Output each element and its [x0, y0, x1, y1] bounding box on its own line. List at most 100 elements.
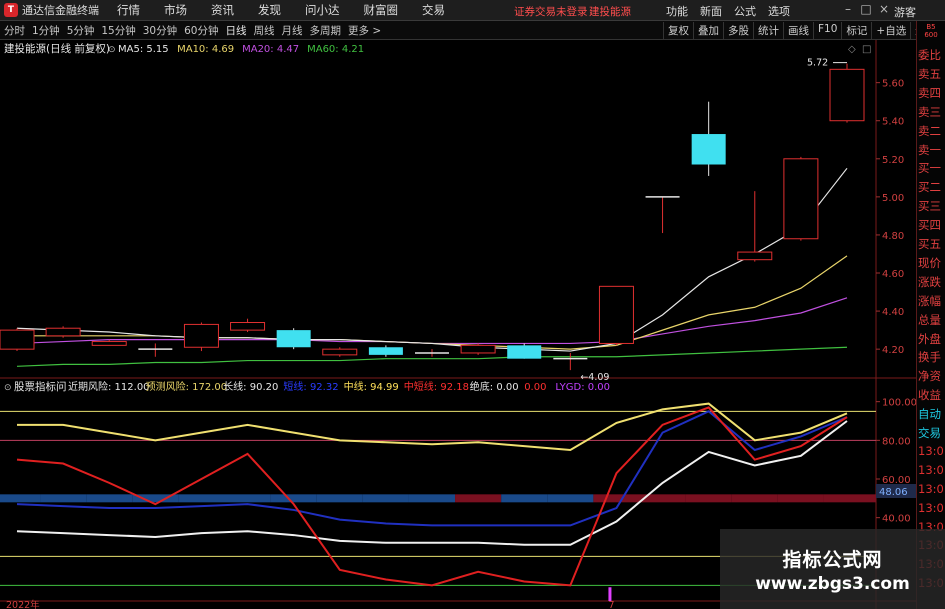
candle-body-up[interactable]: [737, 251, 773, 261]
period-15min[interactable]: 15分钟: [101, 23, 135, 38]
tool-stats[interactable]: 统计: [753, 22, 783, 39]
tool-overlay[interactable]: 叠加: [693, 22, 723, 39]
quote-field-6: 买一: [918, 161, 941, 176]
candle-body-up[interactable]: [91, 341, 127, 346]
candle-body-up[interactable]: [230, 322, 266, 331]
quote-badge-line2: 600: [924, 31, 938, 39]
tool-f10[interactable]: F10: [813, 22, 841, 39]
indicator-signal-strip: [0, 494, 876, 503]
candle-body-up[interactable]: [783, 158, 819, 240]
quote-field-14: 总量: [918, 312, 941, 327]
period-tick[interactable]: 分时: [4, 23, 25, 38]
menu-options[interactable]: 选项: [768, 3, 790, 19]
tool-mark[interactable]: 标记: [841, 22, 871, 39]
menu-wealth[interactable]: 财富圈: [364, 2, 399, 18]
quote-field-2: 卖四: [918, 85, 941, 100]
candle-body-up[interactable]: [598, 285, 634, 344]
ma-label-2: MA20: 4.47: [242, 44, 299, 55]
period-daily[interactable]: 日线: [226, 23, 247, 38]
maximize-icon[interactable]: □: [860, 2, 872, 16]
candle-body-up[interactable]: [322, 348, 358, 356]
indicator-label-4: 中线: 94.99: [344, 380, 399, 393]
quote-field-1: 卖五: [918, 66, 941, 81]
price-tick-label: 5.20: [882, 155, 904, 166]
candle-body-up[interactable]: [45, 327, 81, 337]
tool-draw-line[interactable]: 画线: [783, 22, 813, 39]
close-icon[interactable]: ×: [878, 2, 890, 16]
guest-login-button[interactable]: 游客: [894, 4, 916, 20]
signal-segment: [455, 494, 502, 503]
tool-multi-stock[interactable]: 多股: [723, 22, 753, 39]
quote-field-21: 13:0: [918, 443, 944, 458]
quote-field-4: 卖二: [918, 123, 941, 138]
indicator-current-value: 48.06: [879, 487, 908, 498]
quote-field-3: 卖三: [918, 104, 941, 119]
signal-segment: [178, 494, 225, 503]
candle-body-down[interactable]: [276, 330, 311, 348]
indicator-label-5: 中短线: 92.18: [404, 380, 469, 393]
period-60min[interactable]: 60分钟: [184, 23, 218, 38]
period-multi[interactable]: 多周期: [310, 23, 342, 38]
period-1min[interactable]: 1分钟: [32, 23, 60, 38]
signal-segment: [86, 494, 133, 503]
signal-segment: [316, 494, 363, 503]
candle-body-up[interactable]: [183, 323, 219, 348]
chart-option-square-icon[interactable]: □: [862, 44, 871, 55]
menu-ask[interactable]: 问小达: [305, 2, 340, 18]
kline-chart[interactable]: 建投能源(日线 前复权) ⊙ MA5: 5.15 MA10: 4.69 MA20: …: [0, 40, 916, 609]
candle-body-up[interactable]: [0, 329, 35, 350]
candle-body-up[interactable]: [829, 68, 865, 122]
menu-function[interactable]: 功能: [666, 3, 688, 19]
signal-segment: [685, 494, 732, 503]
period-monthly[interactable]: 月线: [282, 23, 303, 38]
candle-body-down[interactable]: [691, 134, 726, 165]
right-menu: 功能 新面 公式 选项: [666, 3, 802, 19]
menu-formula[interactable]: 公式: [734, 3, 756, 19]
current-stock-link[interactable]: 建投能源: [589, 4, 631, 19]
signal-segment: [501, 494, 548, 503]
quote-field-19: 自动: [918, 407, 941, 422]
quote-field-15: 外盘: [918, 331, 941, 346]
ma-settings-icon[interactable]: ⊙: [108, 45, 116, 55]
quote-field-22: 13:0: [918, 462, 944, 477]
tool-adjust[interactable]: 复权: [663, 22, 693, 39]
menu-discover[interactable]: 发现: [258, 2, 281, 18]
indicator-tick-label: 100.00: [882, 398, 916, 409]
lygd-signal-bar: [608, 587, 612, 601]
chart-option-diamond-icon[interactable]: ◇: [848, 44, 856, 55]
period-30min[interactable]: 30分钟: [143, 23, 177, 38]
watermark-title: 指标公式网: [782, 548, 883, 571]
quote-field-12: 涨跌: [918, 274, 941, 289]
quote-field-9: 买四: [918, 218, 941, 233]
indicator-label-0: 近期风险: 112.00: [68, 380, 150, 393]
indicator-title: 股票指标问: [14, 380, 67, 393]
candle-body-up[interactable]: [460, 344, 496, 354]
menu-new-page[interactable]: 新面: [700, 3, 722, 19]
chart-background: [0, 40, 916, 609]
app-logo-icon: T: [4, 3, 18, 17]
menu-trade[interactable]: 交易: [422, 2, 445, 18]
minimize-icon[interactable]: –: [842, 2, 854, 16]
period-more[interactable]: 更多 >: [348, 23, 381, 38]
menu-market[interactable]: 市场: [164, 2, 187, 18]
date-axis-mid: 7: [608, 600, 614, 609]
signal-segment: [547, 494, 594, 503]
price-tick-label: 4.20: [882, 345, 904, 356]
period-weekly[interactable]: 周线: [254, 23, 275, 38]
quote-badge-line1: B5: [926, 23, 936, 31]
menu-news[interactable]: 资讯: [211, 2, 234, 18]
signal-segment: [823, 494, 876, 503]
indicator-settings-icon[interactable]: ⊙: [4, 383, 12, 393]
period-5min[interactable]: 5分钟: [67, 23, 95, 38]
indicator-label-2: 长线: 90.20: [223, 380, 278, 393]
quote-field-11: 现价: [918, 255, 941, 270]
menu-quotes[interactable]: 行情: [117, 2, 140, 18]
candle-body-down[interactable]: [507, 345, 542, 359]
price-tick-label: 4.60: [882, 269, 904, 280]
candle-body-down[interactable]: [368, 347, 403, 355]
price-tick-label: 5.00: [882, 193, 904, 204]
tool-add-watchlist[interactable]: +自选: [871, 22, 910, 39]
trade-login-warning[interactable]: 证券交易未登录: [514, 4, 588, 19]
chart-toolbar: 分时 1分钟 5分钟 15分钟 30分钟 60分钟 日线 周线 月线 多周期 更…: [0, 21, 936, 40]
quote-field-0: 委比: [918, 48, 941, 62]
